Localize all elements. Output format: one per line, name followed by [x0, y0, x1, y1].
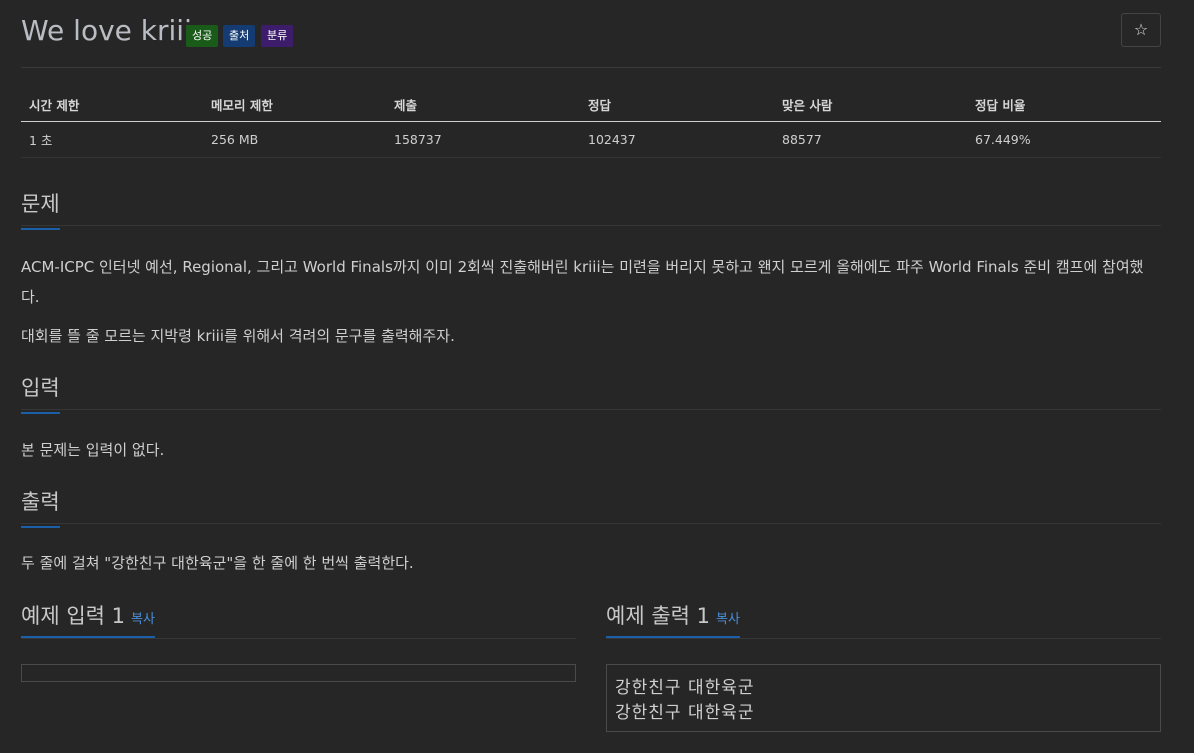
submissions-header: 제출 — [386, 87, 580, 122]
problem-section-header: 문제 — [21, 189, 1161, 230]
ratio-value: 67.449% — [967, 121, 1161, 158]
input-description: 본 문제는 입력이 없다. — [21, 441, 165, 459]
sample-input-title: 예제 입력 1 — [21, 604, 125, 628]
copy-output-button[interactable]: 복사 — [716, 612, 740, 627]
input-section-header: 입력 — [21, 373, 1161, 414]
sample-output-line: 강한친구 대한육군 — [615, 678, 755, 698]
sample-input-header: 예제 입력 1 복사 — [21, 601, 576, 639]
ratio-header: 정답 비율 — [967, 87, 1161, 122]
solvers-header: 맞은 사람 — [774, 87, 967, 122]
sample-output-title: 예제 출력 1 — [606, 604, 710, 628]
category-badge[interactable]: 분류 — [261, 25, 294, 47]
problem-section-title: 문제 — [21, 189, 60, 230]
problem-title: We love kriii — [21, 14, 192, 47]
sample-input-title-wrap: 예제 입력 1 복사 — [21, 601, 155, 638]
star-icon: ☆ — [1133, 20, 1149, 39]
sample-output-header: 예제 출력 1 복사 — [606, 601, 1161, 639]
memory-limit-header: 메모리 제한 — [203, 87, 386, 122]
output-section-title: 출력 — [21, 487, 60, 528]
sample-input-box[interactable] — [21, 664, 576, 682]
info-header-row: 시간 제한 메모리 제한 제출 정답 맞은 사람 정답 비율 — [21, 87, 1161, 122]
output-description: 두 줄에 걸쳐 "강한친구 대한육군"을 한 줄에 한 번씩 출력한다. — [21, 554, 414, 572]
sample-output-title-wrap: 예제 출력 1 복사 — [606, 601, 740, 638]
sample-output-box[interactable]: 강한친구 대한육군 강한친구 대한육군 — [606, 664, 1161, 732]
output-section-header: 출력 — [21, 487, 1161, 528]
sample-output-line: 강한친구 대한육군 — [615, 703, 755, 723]
problem-description-2: 대회를 뜰 줄 모르는 지박령 kriii를 위해서 격려의 문구를 출력해주자… — [21, 327, 455, 345]
source-badge[interactable]: 출처 — [223, 25, 256, 47]
accepted-header: 정답 — [580, 87, 774, 122]
sample-output-block: 예제 출력 1 복사 강한친구 대한육군 강한친구 대한육군 — [606, 601, 1161, 732]
problem-info-table: 시간 제한 메모리 제한 제출 정답 맞은 사람 정답 비율 1 초 256 M… — [21, 87, 1161, 158]
input-section-title: 입력 — [21, 373, 60, 414]
problem-description: ACM-ICPC 인터넷 예선, Regional, 그리고 World Fin… — [21, 258, 1144, 306]
favorite-button[interactable]: ☆ — [1121, 13, 1161, 47]
solvers-value: 88577 — [774, 121, 967, 158]
copy-input-button[interactable]: 복사 — [131, 612, 155, 627]
sample-input-block: 예제 입력 1 복사 — [21, 601, 576, 682]
accepted-value: 102437 — [580, 121, 774, 158]
time-limit-header: 시간 제한 — [21, 87, 203, 122]
success-badge[interactable]: 성공 — [186, 25, 219, 47]
problem-header: We love kriii 성공 출처 분류 ☆ — [21, 12, 1161, 52]
submissions-value: 158737 — [386, 121, 580, 158]
time-limit-value: 1 초 — [21, 121, 203, 158]
memory-limit-value: 256 MB — [203, 121, 386, 158]
header-divider — [21, 67, 1161, 68]
info-value-row: 1 초 256 MB 158737 102437 88577 67.449% — [21, 121, 1161, 158]
